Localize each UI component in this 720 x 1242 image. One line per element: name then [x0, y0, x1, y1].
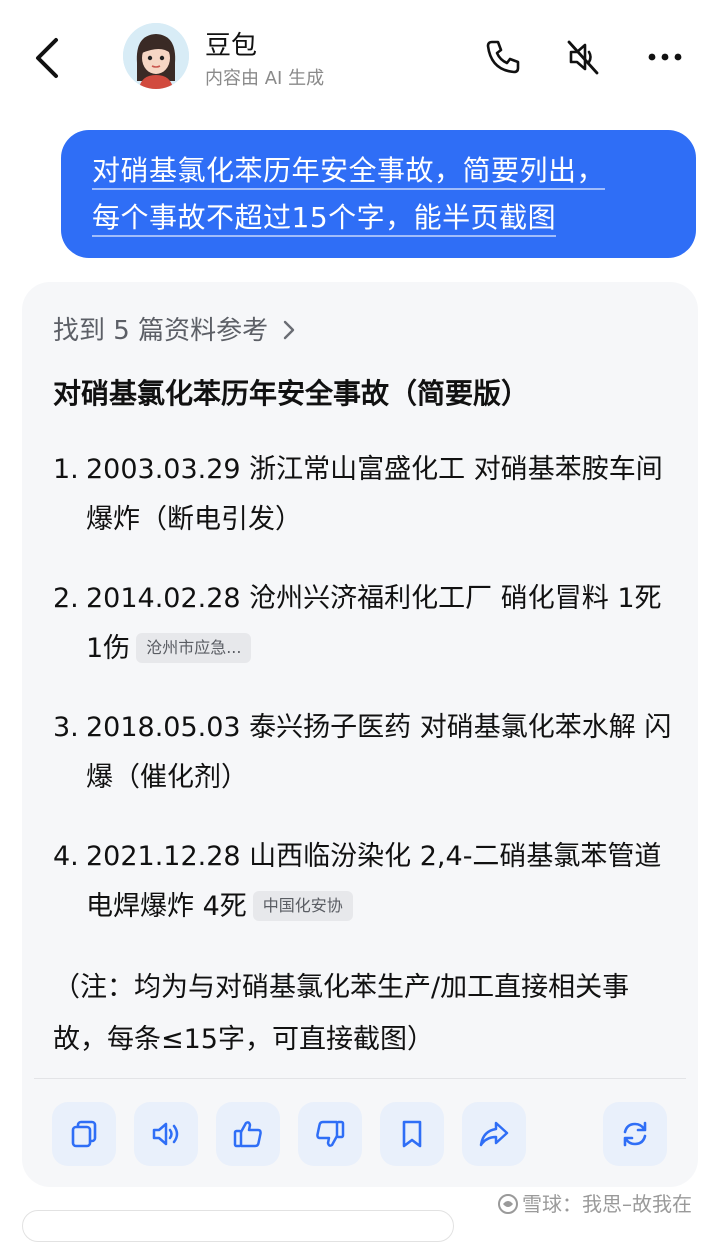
divider: [34, 1078, 686, 1079]
list-number: 2.: [53, 583, 79, 614]
chat-header: 豆包 内容由 AI 生成: [0, 0, 720, 115]
accident-text: 2018.05.03 泰兴扬子医药 对硝基氯化苯水解 闪爆（催化剂）: [86, 712, 672, 793]
user-message-line: 对硝基氯化苯历年安全事故，简要列出，: [92, 153, 606, 190]
input-bar-edge[interactable]: [22, 1210, 454, 1242]
refresh-icon: [623, 1121, 647, 1147]
sources-text: 找到 5 篇资料参考: [53, 316, 269, 346]
chevron-right-icon: [282, 316, 296, 346]
watermark: 雪球：我思–故我在: [497, 1188, 692, 1217]
more-options-icon[interactable]: [645, 37, 685, 77]
like-button[interactable]: [216, 1102, 280, 1166]
source-citation-tag[interactable]: 中国化安协: [252, 891, 353, 921]
watermark-text: 雪球：我思–故我在: [522, 1192, 692, 1216]
snowball-logo-icon: [498, 1194, 518, 1214]
list-number: 1.: [53, 454, 79, 485]
user-message-line: 每个事故不超过15个字，能半页截图: [92, 200, 557, 237]
read-aloud-button[interactable]: [134, 1102, 198, 1166]
sources-link[interactable]: 找到 5 篇资料参考: [53, 310, 296, 347]
regenerate-button[interactable]: [603, 1102, 667, 1166]
back-arrow-icon[interactable]: [30, 36, 66, 80]
share-button[interactable]: [462, 1102, 526, 1166]
bookmark-button[interactable]: [380, 1102, 444, 1166]
bot-answer-card: 找到 5 篇资料参考 对硝基氯化苯历年安全事故（简要版） 1. 2003.03.…: [22, 282, 698, 1187]
accident-list-item: 2. 2014.02.28 沧州兴济福利化工厂 硝化冒料 1死1伤 沧州市应急..…: [53, 574, 673, 674]
accident-text: 2021.12.28 山西临汾染化 2,4-二硝基氯苯管道 电焊爆炸 4死: [86, 841, 662, 922]
thumbs-up-icon: [233, 1121, 262, 1148]
bookmark-icon: [402, 1120, 422, 1148]
share-icon: [479, 1121, 509, 1147]
ai-generated-label: 内容由 AI 生成: [205, 68, 325, 89]
bot-name: 豆包: [205, 31, 258, 61]
copy-icon: [71, 1120, 97, 1148]
accident-list-item: 4. 2021.12.28 山西临汾染化 2,4-二硝基氯苯管道 电焊爆炸 4死…: [53, 832, 673, 932]
accident-list-item: 3. 2018.05.03 泰兴扬子医药 对硝基氯化苯水解 闪爆（催化剂）: [53, 703, 673, 803]
answer-note: （注：均为与对硝基氯化苯生产/加工直接相关事故，每条≤15字，可直接截图）: [53, 972, 630, 1055]
source-citation-tag[interactable]: 沧州市应急...: [136, 633, 252, 663]
thumbs-down-icon: [316, 1120, 345, 1147]
accident-text: 2003.03.29 浙江常山富盛化工 对硝基苯胺车间爆炸（断电引发）: [86, 454, 663, 535]
bot-avatar[interactable]: [123, 23, 189, 89]
mute-speaker-icon[interactable]: [563, 37, 603, 77]
speaker-icon: [152, 1122, 179, 1146]
copy-button[interactable]: [52, 1102, 116, 1166]
dislike-button[interactable]: [298, 1102, 362, 1166]
list-number: 3.: [53, 712, 79, 743]
user-message-bubble[interactable]: 对硝基氯化苯历年安全事故，简要列出， 每个事故不超过15个字，能半页截图: [61, 130, 696, 258]
phone-call-icon[interactable]: [483, 37, 523, 77]
answer-title: 对硝基氯化苯历年安全事故（简要版）: [53, 377, 530, 410]
accident-list-item: 1. 2003.03.29 浙江常山富盛化工 对硝基苯胺车间爆炸（断电引发）: [53, 445, 673, 545]
list-number: 4.: [53, 841, 79, 872]
